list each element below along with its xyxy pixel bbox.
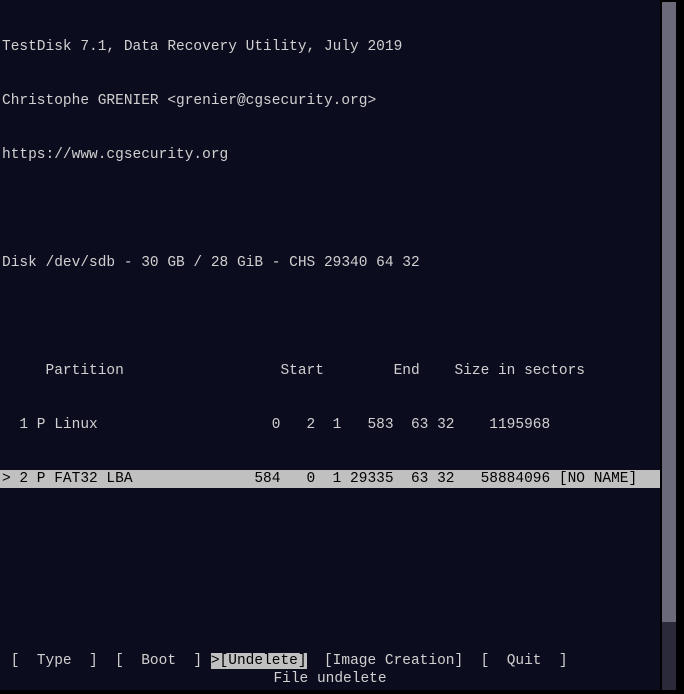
author-line: Christophe GRENIER <grenier@cgsecurity.o… bbox=[0, 92, 660, 110]
scrollbar-thumb[interactable] bbox=[662, 2, 676, 622]
partition-row-selected[interactable]: > 2 P FAT32 LBA 584 0 1 29335 63 32 5888… bbox=[0, 470, 660, 488]
url-line: https://www.cgsecurity.org bbox=[0, 146, 660, 164]
menu-type-boot[interactable]: [ Type ] [ Boot ] bbox=[2, 653, 211, 669]
scrollbar[interactable] bbox=[662, 2, 676, 690]
column-headers: Partition Start End Size in sectors bbox=[0, 362, 660, 380]
app-title: TestDisk 7.1, Data Recovery Utility, Jul… bbox=[0, 38, 660, 56]
menu-image-quit[interactable]: [Image Creation] [ Quit ] bbox=[307, 653, 568, 669]
blank-line bbox=[0, 200, 660, 218]
blank-line bbox=[0, 308, 660, 326]
menu-bar: [ Type ] [ Boot ] >[Undelete] [Image Cre… bbox=[0, 652, 660, 670]
partition-row[interactable]: 1 P Linux 0 2 1 583 63 32 1195968 bbox=[0, 416, 660, 434]
terminal-window: TestDisk 7.1, Data Recovery Utility, Jul… bbox=[0, 0, 660, 690]
disk-info: Disk /dev/sdb - 30 GB / 28 GiB - CHS 293… bbox=[0, 254, 660, 272]
status-line: File undelete bbox=[0, 670, 660, 688]
menu-undelete-selected[interactable]: >[Undelete] bbox=[211, 653, 307, 669]
